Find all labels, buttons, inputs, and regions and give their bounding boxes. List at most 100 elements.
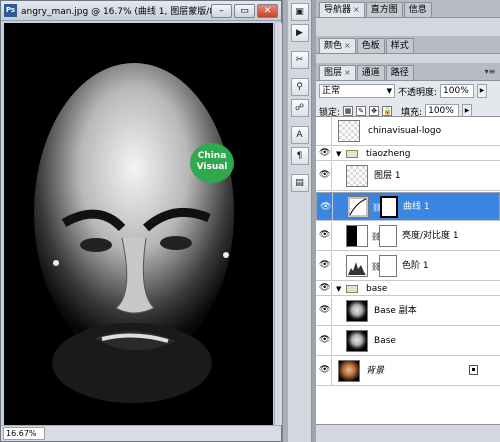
angry-man-photo (4, 23, 273, 425)
tab-layers[interactable]: 图层 × (319, 65, 356, 80)
layers-panel-tabs: 图层 × 通道 路径 ▾≡ (316, 63, 500, 81)
lock-transparent-icon[interactable]: ▦ (343, 106, 354, 116)
layer-row[interactable]: 👁 Base (316, 327, 500, 356)
eye-icon: 👁 (319, 335, 331, 345)
brushes-icon[interactable]: ⚲ (290, 78, 309, 96)
layer-name: chinavisual-logo (368, 126, 442, 136)
layer-mask-thumbnail[interactable] (379, 255, 397, 277)
layer-row[interactable]: 👁 背景 ▪ (316, 357, 500, 386)
expand-triangle-icon[interactable]: ▼ (336, 147, 341, 161)
visibility-toggle[interactable]: 👁 (316, 282, 332, 295)
layer-row[interactable]: 👁 ⛓ 亮度/对比度 1 (316, 222, 500, 251)
tab-channels[interactable]: 通道 (356, 65, 385, 80)
image-canvas[interactable]: China Visual (4, 23, 273, 425)
layer-row[interactable]: 👁 Base 副本 (316, 297, 500, 326)
vertical-scrollbar[interactable] (274, 23, 282, 425)
tab-navigator[interactable]: 导航器 × (319, 2, 365, 17)
document-title: angry_man.jpg @ 16.7% (曲线 1, 图层蒙版/8) (21, 7, 219, 17)
layer-row[interactable]: 👁 ⛓ 色阶 1 (316, 252, 500, 281)
eye-icon: 👁 (319, 365, 331, 375)
blend-mode-value: 正常 (322, 86, 341, 96)
folder-icon (346, 285, 358, 293)
layer-thumbnail (338, 360, 360, 382)
visibility-toggle[interactable]: 👁 (317, 193, 333, 220)
lock-position-icon[interactable]: ✥ (369, 106, 380, 116)
curves-adjustment-icon (347, 196, 369, 218)
lock-all-icon[interactable]: 🔒 (382, 106, 393, 116)
layer-row[interactable]: chinavisual-logo (316, 117, 500, 146)
document-window: Ps angry_man.jpg @ 16.7% (曲线 1, 图层蒙版/8) … (0, 0, 282, 442)
lock-image-icon[interactable]: ✎ (356, 106, 367, 116)
tools-preset-icon[interactable]: ✂ (290, 51, 309, 69)
eye-icon: 👁 (319, 282, 331, 293)
folder-icon (346, 150, 358, 158)
layer-name: Base (374, 336, 396, 346)
actions-icon[interactable]: ▶ (290, 24, 309, 42)
close-icon[interactable]: × (353, 5, 360, 14)
tab-paths[interactable]: 路径 (385, 65, 414, 80)
close-icon[interactable]: × (344, 68, 351, 77)
brightness-contrast-icon (346, 225, 368, 247)
visibility-toggle[interactable]: 👁 (316, 252, 332, 280)
layer-name: 背景 (366, 366, 385, 376)
layer-row[interactable]: 👁 ⛓ 曲线 1 (316, 192, 500, 221)
blend-opacity-row: 正常 ▼ 不透明度: 100% ▶ (316, 81, 500, 101)
document-titlebar[interactable]: Ps angry_man.jpg @ 16.7% (曲线 1, 图层蒙版/8) … (1, 1, 281, 21)
eye-icon: 👁 (319, 260, 331, 270)
character-icon[interactable]: A (290, 126, 309, 144)
tab-histogram[interactable]: 直方图 (365, 2, 403, 17)
visibility-toggle[interactable]: 👁 (316, 297, 332, 325)
eye-icon: 👁 (319, 170, 331, 180)
layer-thumbnail (346, 165, 368, 187)
layer-name: tiaozheng (366, 149, 411, 159)
tab-swatches[interactable]: 色板 (356, 38, 385, 53)
zoom-field[interactable]: 16.67% (3, 427, 45, 440)
close-button[interactable]: ✕ (257, 4, 278, 18)
visibility-toggle[interactable]: 👁 (316, 162, 332, 190)
clone-source-icon[interactable]: ☍ (290, 99, 309, 117)
visibility-toggle[interactable]: 👁 (316, 327, 332, 355)
eye-icon: 👁 (319, 230, 331, 240)
group-row[interactable]: 👁 ▼ tiaozheng (316, 147, 500, 161)
curves-graph (348, 197, 368, 217)
layer-mask-thumbnail[interactable] (379, 225, 397, 247)
levels-adjustment-icon (346, 255, 368, 277)
visibility-toggle[interactable]: 👁 (316, 357, 332, 385)
layer-name: 亮度/对比度 1 (402, 231, 459, 241)
close-icon[interactable]: × (344, 41, 351, 50)
group-row[interactable]: 👁 ▼ base (316, 282, 500, 296)
layer-name: 图层 1 (374, 171, 401, 181)
layer-thumbnail (338, 120, 360, 142)
paragraph-icon[interactable]: ¶ (290, 147, 309, 165)
opacity-label: 不透明度: (398, 87, 438, 98)
eye-icon: 👁 (319, 305, 331, 315)
minimize-button[interactable]: – (211, 4, 232, 18)
layer-row[interactable]: 👁 图层 1 (316, 162, 500, 191)
visibility-toggle[interactable]: 👁 (316, 147, 332, 160)
layers-list: chinavisual-logo 👁 ▼ tiaozheng 👁 图层 1 👁 … (316, 116, 500, 424)
tab-navigator-label: 导航器 (324, 5, 352, 15)
collapsed-panel-strip: ▣ ▶ ✂ ⚲ ☍ A ¶ ▤ (288, 0, 312, 442)
tab-info[interactable]: 信息 (403, 2, 432, 17)
layer-mask-thumbnail[interactable] (380, 196, 398, 218)
visibility-toggle[interactable]: 👁 (316, 222, 332, 250)
levels-histogram (348, 262, 366, 275)
opacity-field[interactable]: 100% (440, 84, 475, 98)
layer-comps-icon[interactable]: ▤ (290, 174, 309, 192)
panel-menu-icon[interactable]: ▾≡ (484, 66, 496, 77)
opacity-slider-icon[interactable]: ▶ (477, 84, 488, 98)
layer-name: 曲线 1 (403, 202, 430, 212)
chevron-down-icon: ▼ (386, 87, 392, 95)
tab-styles[interactable]: 样式 (385, 38, 414, 53)
tab-color-label: 颜色 (324, 41, 343, 51)
expand-triangle-icon[interactable]: ▼ (336, 282, 341, 296)
navigator-panel-tabs: 导航器 × 直方图 信息 (316, 0, 500, 18)
tab-color[interactable]: 颜色 × (319, 38, 356, 53)
restore-button[interactable]: ▭ (234, 4, 255, 18)
visibility-toggle[interactable] (316, 117, 332, 145)
panel-column: 导航器 × 直方图 信息 颜色 × 色板 样式 图层 × 通道 路径 ▾≡ 正常 ▼ 不… (316, 0, 500, 442)
history-icon[interactable]: ▣ (290, 3, 309, 21)
blend-mode-select[interactable]: 正常 ▼ (319, 84, 395, 98)
layer-thumbnail (346, 300, 368, 322)
chinavisual-watermark: China Visual (190, 143, 234, 183)
